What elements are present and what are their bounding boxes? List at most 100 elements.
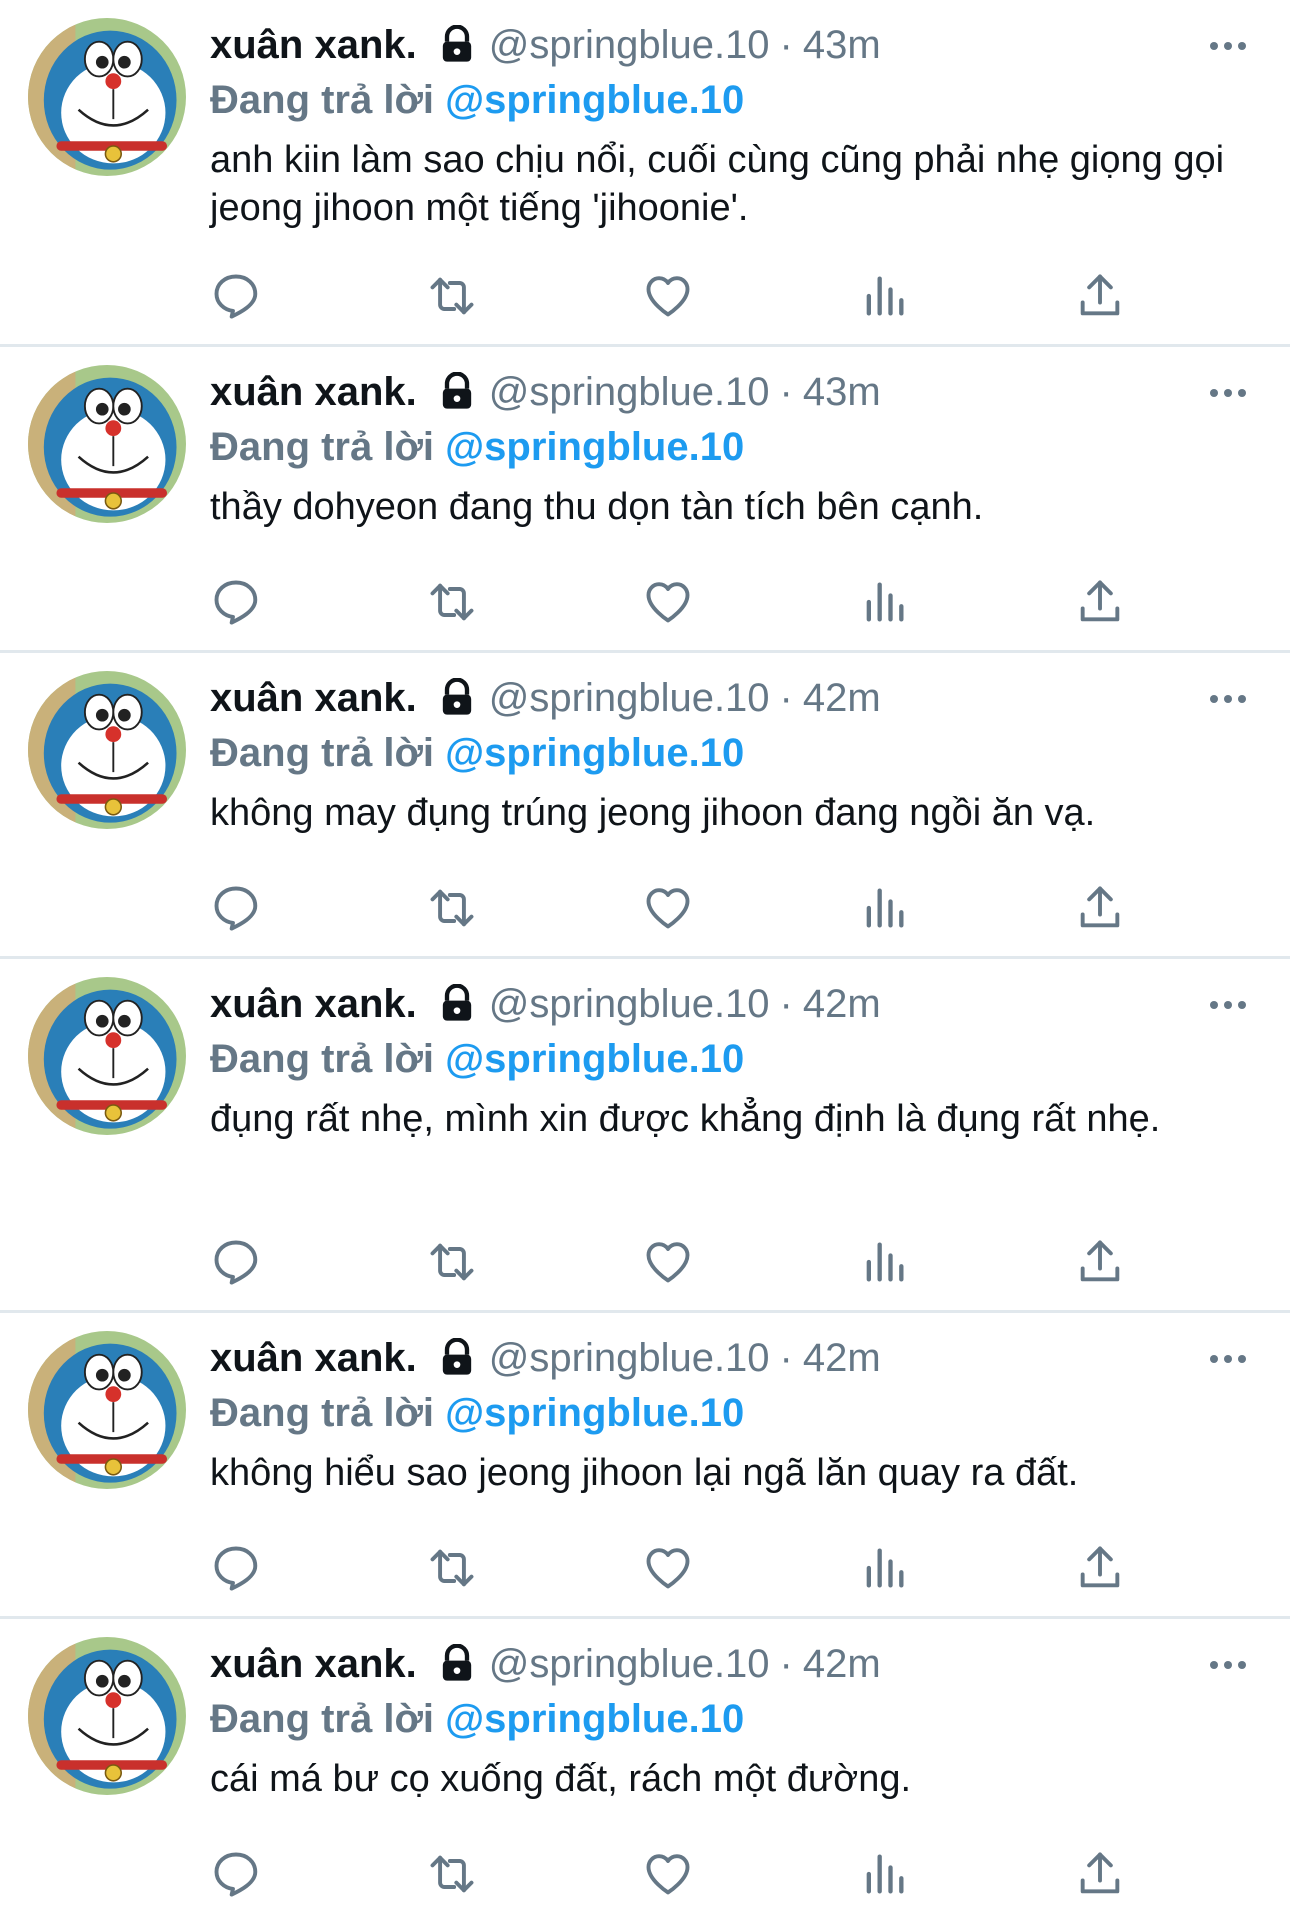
reply-handle-link[interactable]: @springblue.10 (445, 731, 744, 775)
reply-context: Đang trả lời @springblue.10 (210, 1693, 1250, 1745)
tweet-text: đụng rất nhẹ, mình xin được khẳng định l… (210, 1098, 1161, 1140)
reply-icon[interactable] (210, 1542, 262, 1594)
tweet-header: xuân xank. @springblue.10 · 42m (210, 1329, 1250, 1387)
more-options-icon[interactable] (1206, 1349, 1250, 1369)
reply-prefix: Đang trả lời (210, 78, 435, 122)
more-options-icon[interactable] (1206, 383, 1250, 403)
doraemon-avatar-icon (28, 671, 186, 829)
views-icon[interactable] (858, 576, 910, 628)
reply-handle-link[interactable]: @springblue.10 (445, 1037, 744, 1081)
handle[interactable]: @springblue.10 (489, 16, 770, 74)
share-icon[interactable] (1074, 882, 1126, 934)
tweet[interactable]: xuân xank. @springblue.10 · 42m Đang trả… (0, 959, 1290, 1313)
tweet-header: xuân xank. @springblue.10 · 43m (210, 16, 1250, 74)
timestamp[interactable]: 43m (803, 16, 881, 74)
reply-handle-link[interactable]: @springblue.10 (445, 1697, 744, 1741)
tweet[interactable]: xuân xank. @springblue.10 · 42m Đang trả… (0, 1313, 1290, 1619)
more-options-icon[interactable] (1206, 689, 1250, 709)
lock-icon (437, 25, 477, 65)
timestamp[interactable]: 42m (803, 669, 881, 727)
separator: · (779, 1642, 793, 1686)
views-icon[interactable] (858, 1848, 910, 1900)
doraemon-avatar-icon (28, 977, 186, 1135)
views-icon[interactable] (858, 1542, 910, 1594)
display-name[interactable]: xuân xank. (210, 1329, 417, 1387)
display-name[interactable]: xuân xank. (210, 363, 417, 421)
heart-icon[interactable] (642, 270, 694, 322)
reply-icon[interactable] (210, 576, 262, 628)
tweet[interactable]: xuân xank. @springblue.10 · 42m Đang trả… (0, 653, 1290, 959)
tweet-text: anh kiin làm sao chịu nổi, cuối cùng cũn… (210, 139, 1225, 229)
separator: · (779, 676, 793, 720)
display-name[interactable]: xuân xank. (210, 16, 417, 74)
more-options-icon[interactable] (1206, 1655, 1250, 1675)
avatar[interactable] (28, 1637, 186, 1795)
reply-handle-link[interactable]: @springblue.10 (445, 425, 744, 469)
heart-icon[interactable] (642, 1848, 694, 1900)
tweet-body: xuân xank. @springblue.10 · 42m Đang trả… (210, 975, 1250, 1143)
handle[interactable]: @springblue.10 (489, 1329, 770, 1387)
display-name[interactable]: xuân xank. (210, 975, 417, 1033)
display-name[interactable]: xuân xank. (210, 1635, 417, 1693)
heart-icon[interactable] (642, 1236, 694, 1288)
retweet-icon[interactable] (426, 1848, 478, 1900)
tweet-header: xuân xank. @springblue.10 · 43m (210, 363, 1250, 421)
action-bar (210, 1848, 1150, 1908)
doraemon-avatar-icon (28, 365, 186, 523)
reply-icon[interactable] (210, 1848, 262, 1900)
separator: · (779, 23, 793, 67)
avatar[interactable] (28, 365, 186, 523)
share-icon[interactable] (1074, 1848, 1126, 1900)
retweet-icon[interactable] (426, 882, 478, 934)
reply-icon[interactable] (210, 1236, 262, 1288)
reply-icon[interactable] (210, 882, 262, 934)
timeline: xuân xank. @springblue.10 · 43m Đang trả… (0, 0, 1290, 1915)
views-icon[interactable] (858, 882, 910, 934)
separator: · (779, 1336, 793, 1380)
avatar[interactable] (28, 18, 186, 176)
timestamp[interactable]: 42m (803, 1635, 881, 1693)
reply-prefix: Đang trả lời (210, 1391, 435, 1435)
retweet-icon[interactable] (426, 576, 478, 628)
more-options-icon[interactable] (1206, 995, 1250, 1015)
retweet-icon[interactable] (426, 270, 478, 322)
tweet[interactable]: xuân xank. @springblue.10 · 43m Đang trả… (0, 347, 1290, 653)
reply-handle-link[interactable]: @springblue.10 (445, 1391, 744, 1435)
handle[interactable]: @springblue.10 (489, 975, 770, 1033)
reply-icon[interactable] (210, 270, 262, 322)
views-icon[interactable] (858, 270, 910, 322)
heart-icon[interactable] (642, 882, 694, 934)
reply-context: Đang trả lời @springblue.10 (210, 727, 1250, 779)
share-icon[interactable] (1074, 1236, 1126, 1288)
tweet-text: không hiểu sao jeong jihoon lại ngã lăn … (210, 1452, 1079, 1494)
views-icon[interactable] (858, 1236, 910, 1288)
retweet-icon[interactable] (426, 1542, 478, 1594)
action-bar (210, 576, 1150, 636)
handle[interactable]: @springblue.10 (489, 1635, 770, 1693)
avatar[interactable] (28, 1331, 186, 1489)
share-icon[interactable] (1074, 1542, 1126, 1594)
avatar[interactable] (28, 671, 186, 829)
tweet-header: xuân xank. @springblue.10 · 42m (210, 975, 1250, 1033)
avatar[interactable] (28, 977, 186, 1135)
tweet[interactable]: xuân xank. @springblue.10 · 43m Đang trả… (0, 0, 1290, 347)
reply-context: Đang trả lời @springblue.10 (210, 74, 1250, 126)
heart-icon[interactable] (642, 1542, 694, 1594)
timestamp[interactable]: 42m (803, 975, 881, 1033)
timestamp[interactable]: 43m (803, 363, 881, 421)
action-bar (210, 1236, 1150, 1296)
share-icon[interactable] (1074, 270, 1126, 322)
more-options-icon[interactable] (1206, 36, 1250, 56)
share-icon[interactable] (1074, 576, 1126, 628)
separator: · (779, 370, 793, 414)
display-name[interactable]: xuân xank. (210, 669, 417, 727)
reply-prefix: Đang trả lời (210, 425, 435, 469)
handle[interactable]: @springblue.10 (489, 363, 770, 421)
tweet-body: xuân xank. @springblue.10 · 43m Đang trả… (210, 16, 1250, 232)
timestamp[interactable]: 42m (803, 1329, 881, 1387)
reply-handle-link[interactable]: @springblue.10 (445, 78, 744, 122)
tweet[interactable]: xuân xank. @springblue.10 · 42m Đang trả… (0, 1619, 1290, 1915)
retweet-icon[interactable] (426, 1236, 478, 1288)
handle[interactable]: @springblue.10 (489, 669, 770, 727)
heart-icon[interactable] (642, 576, 694, 628)
